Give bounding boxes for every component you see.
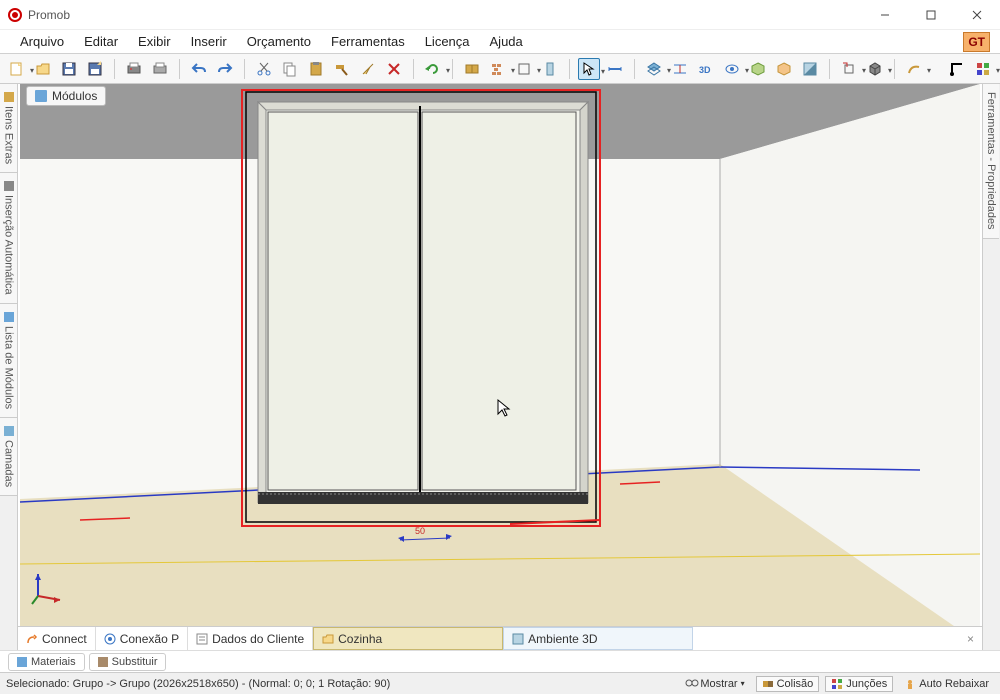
document-tabs: Connect Conexão P Dados do Cliente Cozin…: [18, 626, 982, 650]
menu-editar[interactable]: Editar: [74, 31, 128, 52]
module-button[interactable]: [461, 58, 483, 80]
status-colisao[interactable]: Colisão: [756, 676, 820, 692]
conexao-icon: [104, 633, 116, 645]
cut-button[interactable]: [253, 58, 275, 80]
rotate-view-button[interactable]: ▾: [838, 58, 860, 80]
palette-button[interactable]: ▾: [972, 58, 994, 80]
left-panel-tabs: Itens Extras Inserção Automática Lista d…: [0, 84, 18, 650]
titlebar: Promob: [0, 0, 1000, 30]
wall-button[interactable]: ▾: [487, 58, 509, 80]
main-area: Itens Extras Inserção Automática Lista d…: [0, 84, 1000, 650]
tab-dados-cliente[interactable]: Dados do Cliente: [188, 627, 313, 650]
right-panel-tabs: Ferramentas - Propriedades: [982, 84, 1000, 650]
modules-icon: [35, 90, 47, 102]
window-controls: [862, 0, 1000, 30]
connect-icon: [26, 633, 38, 645]
menu-licenca[interactable]: Licença: [415, 31, 480, 52]
tab-camadas[interactable]: Camadas: [0, 418, 17, 496]
status-juncoes[interactable]: Junções: [825, 676, 893, 692]
select-tool[interactable]: ▾: [578, 58, 600, 80]
transparency-button[interactable]: [799, 58, 821, 80]
auto-icon: [904, 678, 916, 690]
redo-button[interactable]: [214, 58, 236, 80]
corner-button[interactable]: [946, 58, 968, 80]
scene-3d: 50: [18, 84, 982, 650]
juncoes-icon: [831, 678, 843, 690]
save-button[interactable]: [58, 58, 80, 80]
maximize-button[interactable]: [908, 0, 954, 30]
eye-button[interactable]: ▾: [721, 58, 743, 80]
folder-icon: [322, 633, 334, 645]
tab-substituir[interactable]: Substituir: [89, 653, 167, 671]
minimize-button[interactable]: [862, 0, 908, 30]
viewport-3d[interactable]: Módulos: [18, 84, 982, 650]
toolbar: ▾ ▾ ▾ ▾ ▾ ▾ 3D ▾ ▾ ▾ ▾ ▾: [0, 54, 1000, 84]
tab-itens-extras[interactable]: Itens Extras: [0, 84, 17, 173]
draw-button[interactable]: ▾: [903, 58, 925, 80]
gt-badge[interactable]: GT: [963, 32, 990, 52]
menubar: Arquivo Editar Exibir Inserir Orçamento …: [0, 30, 1000, 54]
tab-close[interactable]: ×: [959, 627, 982, 650]
app-icon: [8, 8, 22, 22]
tab-materiais[interactable]: Materiais: [8, 653, 85, 671]
tab-ferramentas-propriedades[interactable]: Ferramentas - Propriedades: [983, 84, 999, 239]
paste-button[interactable]: [305, 58, 327, 80]
lower-tabs: Materiais Substituir: [0, 650, 1000, 672]
hammer-button[interactable]: [331, 58, 353, 80]
tab-insercao-automatica[interactable]: Inserção Automática: [0, 173, 17, 304]
status-auto-rebaixar[interactable]: Auto Rebaixar: [899, 677, 994, 691]
print-preview-button[interactable]: [123, 58, 145, 80]
layers-button[interactable]: ▾: [643, 58, 665, 80]
dados-icon: [196, 633, 208, 645]
status-selection: Selecionado: Grupo -> Grupo (2026x2518x6…: [6, 678, 390, 690]
copy-button[interactable]: [279, 58, 301, 80]
svg-text:3D: 3D: [699, 65, 711, 75]
tab-ambiente-3d[interactable]: Ambiente 3D: [503, 627, 693, 650]
status-mostrar[interactable]: Mostrar▾: [680, 677, 749, 691]
svg-text:50: 50: [415, 526, 425, 536]
modules-badge[interactable]: Módulos: [26, 86, 106, 106]
box-button[interactable]: ▾: [864, 58, 886, 80]
dimension-button[interactable]: [669, 58, 691, 80]
menu-ferramentas[interactable]: Ferramentas: [321, 31, 415, 52]
light-button[interactable]: [539, 58, 561, 80]
undo-button[interactable]: [188, 58, 210, 80]
new-button[interactable]: ▾: [6, 58, 28, 80]
view1-button[interactable]: [747, 58, 769, 80]
menu-arquivo[interactable]: Arquivo: [10, 31, 74, 52]
delete-button[interactable]: [383, 58, 405, 80]
modules-label: Módulos: [52, 89, 97, 103]
brush-button[interactable]: [357, 58, 379, 80]
menu-exibir[interactable]: Exibir: [128, 31, 181, 52]
glasses-icon: [685, 678, 697, 690]
open-button[interactable]: [32, 58, 54, 80]
materiais-icon: [17, 657, 27, 667]
app-title: Promob: [28, 8, 70, 22]
save-as-button[interactable]: [84, 58, 106, 80]
menu-orcamento[interactable]: Orçamento: [237, 31, 321, 52]
print-button[interactable]: [149, 58, 171, 80]
refresh-button[interactable]: ▾: [422, 58, 444, 80]
tab-lista-modulos[interactable]: Lista de Módulos: [0, 304, 17, 418]
view2-button[interactable]: [773, 58, 795, 80]
substituir-icon: [98, 657, 108, 667]
tab-connect[interactable]: Connect: [18, 627, 96, 650]
geometry-button[interactable]: ▾: [513, 58, 535, 80]
3d-button[interactable]: 3D: [695, 58, 717, 80]
menu-inserir[interactable]: Inserir: [181, 31, 237, 52]
status-right: Mostrar▾ Colisão Junções Auto Rebaixar: [680, 676, 994, 692]
ambiente-icon: [512, 633, 524, 645]
tab-conexao[interactable]: Conexão P: [96, 627, 188, 650]
measure-tool[interactable]: [604, 58, 626, 80]
close-button[interactable]: [954, 0, 1000, 30]
menu-ajuda[interactable]: Ajuda: [480, 31, 533, 52]
colisao-icon: [762, 678, 774, 690]
statusbar: Selecionado: Grupo -> Grupo (2026x2518x6…: [0, 672, 1000, 694]
tab-cozinha[interactable]: Cozinha: [313, 627, 503, 650]
